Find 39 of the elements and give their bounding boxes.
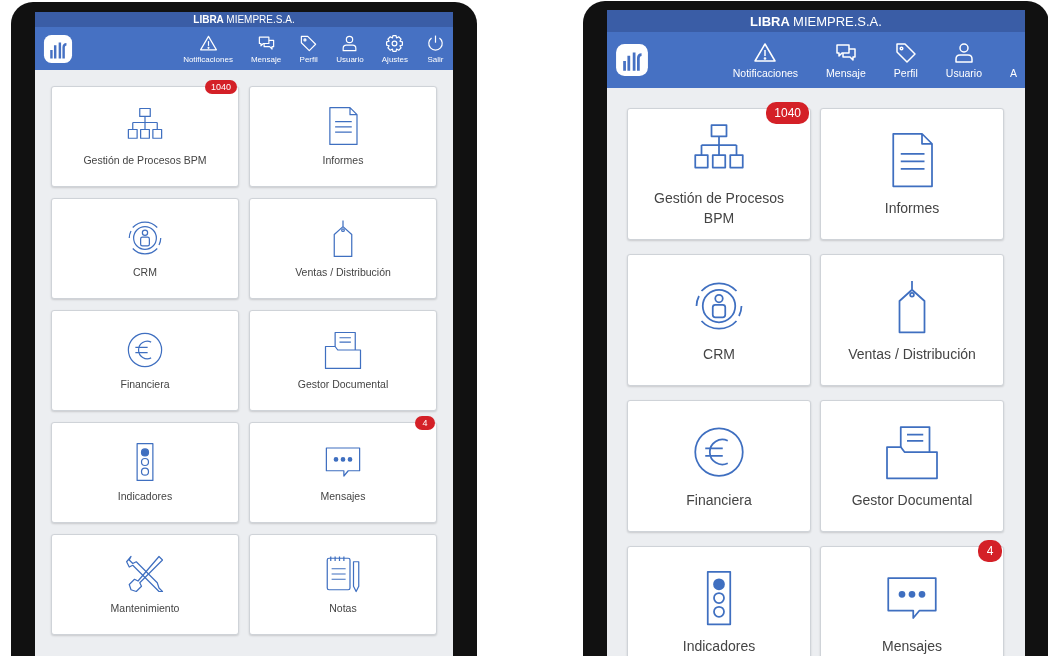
module-tile[interactable]: Financiera <box>51 310 239 411</box>
module-tile[interactable]: Indicadores <box>627 546 811 656</box>
settings-icon <box>385 33 405 53</box>
count-badge: 1040 <box>204 80 237 94</box>
app-logo-icon <box>43 33 73 64</box>
count-badge: 1040 <box>766 102 809 124</box>
nav-item[interactable]: Perfil <box>299 33 319 64</box>
count-badge: 4 <box>415 416 435 430</box>
count-badge: 4 <box>978 540 1002 562</box>
module-tile[interactable]: Gestor Documental <box>820 400 1004 532</box>
nav-item[interactable]: Notificaciones <box>183 33 233 64</box>
nav-item[interactable]: Salir <box>426 33 445 64</box>
nav-item[interactable]: Notificaciones <box>732 41 799 79</box>
module-tile[interactable]: Ventas / Distribución <box>249 198 437 299</box>
module-tile[interactable]: CRM <box>627 254 811 386</box>
nav-item[interactable]: Usuario <box>945 41 982 79</box>
module-tile[interactable]: CRM <box>51 198 239 299</box>
nav-item[interactable]: Ajustes <box>381 33 408 64</box>
tag-icon <box>893 41 918 65</box>
module-tile[interactable]: Mantenimiento <box>51 534 239 635</box>
module-tile[interactable]: Gestor Documental <box>249 310 437 411</box>
module-tile[interactable]: Informes <box>820 108 1004 240</box>
power-icon <box>426 33 445 53</box>
module-tile[interactable]: Financiera <box>627 400 811 532</box>
nav-item[interactable]: Usuario <box>336 33 364 64</box>
nav-item[interactable]: A <box>1010 67 1017 79</box>
nav-item[interactable]: Mensaje <box>250 33 282 64</box>
warning-icon <box>198 33 218 53</box>
module-tile[interactable]: Indicadores <box>51 422 239 523</box>
app-title: LIBRA MIEMPRE.S.A. <box>607 10 1025 32</box>
nav-item[interactable]: Mensaje <box>826 41 866 79</box>
nav-item[interactable]: Perfil <box>893 41 918 79</box>
module-tile[interactable]: Notas <box>249 534 437 635</box>
app-logo-icon <box>615 43 649 77</box>
warning-icon <box>753 41 778 65</box>
app-title: LIBRA MIEMPRE.S.A. <box>35 12 453 27</box>
tag-icon <box>299 33 319 53</box>
module-tile[interactable]: Informes <box>249 86 437 187</box>
module-tile[interactable]: Ventas / Distribución <box>820 254 1004 386</box>
